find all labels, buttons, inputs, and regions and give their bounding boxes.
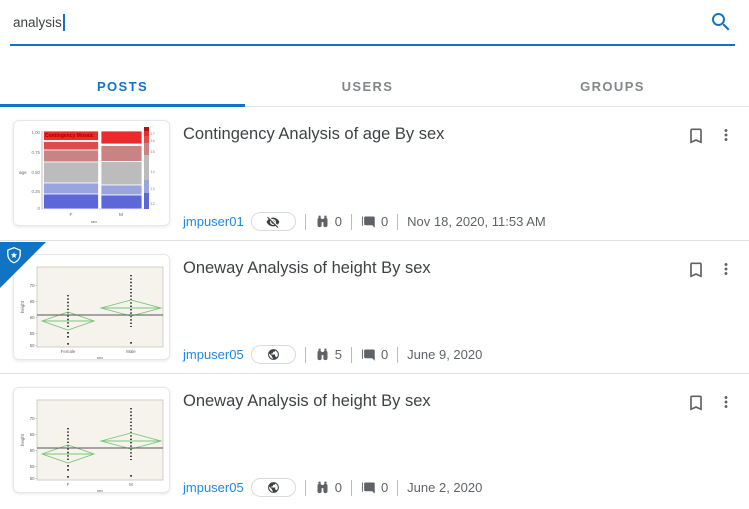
bookmark-icon[interactable] bbox=[686, 260, 706, 280]
search-value: analysis bbox=[13, 14, 62, 30]
post-row: 70 65 60 55 50 height bbox=[0, 373, 749, 506]
views-count: 0 bbox=[334, 214, 342, 229]
svg-text:65: 65 bbox=[30, 432, 35, 437]
comments-stat: 0 bbox=[361, 480, 388, 495]
comment-icon bbox=[361, 214, 376, 229]
divider bbox=[304, 346, 306, 363]
divider bbox=[350, 479, 352, 496]
svg-text:50: 50 bbox=[30, 476, 35, 481]
svg-text:sex: sex bbox=[91, 219, 97, 224]
visibility-pill bbox=[250, 212, 296, 231]
visibility-pill bbox=[250, 478, 296, 497]
views-count: 0 bbox=[334, 480, 342, 495]
svg-text:0.25: 0.25 bbox=[31, 189, 40, 194]
svg-text:sex: sex bbox=[97, 488, 103, 493]
comments-stat: 0 bbox=[361, 214, 388, 229]
tab-groups[interactable]: GROUPS bbox=[490, 69, 735, 106]
svg-text:M: M bbox=[119, 212, 123, 218]
svg-text:height: height bbox=[20, 300, 25, 313]
divider bbox=[304, 213, 306, 230]
svg-text:sex: sex bbox=[97, 355, 103, 360]
views-stat: 0 bbox=[315, 480, 342, 495]
svg-text:12: 12 bbox=[151, 202, 155, 206]
svg-text:15: 15 bbox=[151, 150, 155, 154]
views-stat: 0 bbox=[315, 214, 342, 229]
text-cursor bbox=[62, 13, 65, 31]
binoculars-icon bbox=[315, 214, 330, 229]
svg-text:17: 17 bbox=[151, 132, 155, 136]
kebab-menu-icon[interactable] bbox=[717, 126, 735, 144]
comments-count: 0 bbox=[380, 347, 389, 362]
comment-icon bbox=[361, 480, 376, 495]
comments-count: 0 bbox=[380, 214, 389, 229]
bookmark-icon[interactable] bbox=[686, 393, 706, 413]
post-row: 70 65 60 55 50 height bbox=[0, 240, 749, 373]
post-title[interactable]: Oneway Analysis of height By sex bbox=[183, 392, 674, 411]
svg-text:Male: Male bbox=[126, 349, 136, 354]
globe-icon bbox=[267, 348, 280, 361]
tab-users[interactable]: USERS bbox=[245, 69, 490, 106]
svg-text:14: 14 bbox=[151, 170, 155, 174]
post-date: June 2, 2020 bbox=[407, 480, 483, 495]
kebab-menu-icon[interactable] bbox=[717, 260, 735, 278]
svg-text:Female: Female bbox=[61, 349, 76, 354]
post-row: 1.00 0.75 0.50 0.25 0 age 17 16 15 14 13… bbox=[0, 107, 749, 240]
divider bbox=[397, 479, 399, 496]
post-date: June 9, 2020 bbox=[407, 347, 483, 362]
post-title[interactable]: Oneway Analysis of height By sex bbox=[183, 259, 674, 278]
search-icon[interactable] bbox=[709, 10, 733, 34]
search-input[interactable]: analysis bbox=[10, 0, 735, 46]
svg-text:60: 60 bbox=[30, 315, 35, 320]
post-thumbnail-oneway-plot[interactable]: 70 65 60 55 50 height bbox=[13, 387, 170, 493]
svg-text:55: 55 bbox=[30, 331, 35, 336]
bookmark-icon[interactable] bbox=[686, 126, 706, 146]
svg-text:55: 55 bbox=[30, 464, 35, 469]
divider bbox=[397, 346, 399, 363]
post-thumbnail-mosaic-plot[interactable]: 1.00 0.75 0.50 0.25 0 age 17 16 15 14 13… bbox=[13, 120, 170, 226]
visibility-pill bbox=[250, 345, 296, 364]
globe-icon bbox=[267, 481, 280, 494]
svg-text:1.00: 1.00 bbox=[31, 130, 40, 135]
eye-off-icon bbox=[266, 215, 280, 229]
svg-text:age: age bbox=[19, 170, 27, 175]
divider bbox=[350, 213, 352, 230]
binoculars-icon bbox=[315, 347, 330, 362]
divider bbox=[350, 346, 352, 363]
kebab-menu-icon[interactable] bbox=[717, 393, 735, 411]
comments-stat: 0 bbox=[361, 347, 388, 362]
divider bbox=[304, 479, 306, 496]
svg-text:0.50: 0.50 bbox=[31, 170, 40, 175]
post-author-link[interactable]: jmpuser05 bbox=[183, 347, 244, 362]
shield-star-badge-icon bbox=[0, 242, 46, 293]
post-author-link[interactable]: jmpuser05 bbox=[183, 480, 244, 495]
post-date: Nov 18, 2020, 11:53 AM bbox=[407, 214, 546, 229]
tab-posts[interactable]: POSTS bbox=[0, 69, 245, 107]
binoculars-icon bbox=[315, 480, 330, 495]
svg-text:height: height bbox=[20, 433, 25, 446]
svg-text:F: F bbox=[70, 212, 73, 218]
svg-text:13: 13 bbox=[151, 187, 155, 191]
svg-text:M: M bbox=[129, 482, 133, 487]
post-title[interactable]: Contingency Analysis of age By sex bbox=[183, 125, 674, 144]
views-count: 5 bbox=[334, 347, 342, 362]
tab-bar: POSTS USERS GROUPS bbox=[0, 69, 749, 107]
svg-text:50: 50 bbox=[30, 343, 35, 348]
comment-icon bbox=[361, 347, 376, 362]
svg-text:65: 65 bbox=[30, 299, 35, 304]
svg-text:Contingency Mosaic: Contingency Mosaic bbox=[45, 133, 94, 139]
views-stat: 5 bbox=[315, 347, 342, 362]
divider bbox=[397, 213, 399, 230]
svg-text:16: 16 bbox=[151, 139, 155, 143]
post-author-link[interactable]: jmpuser01 bbox=[183, 214, 244, 229]
svg-text:70: 70 bbox=[30, 416, 35, 421]
svg-text:F: F bbox=[67, 482, 70, 487]
svg-text:60: 60 bbox=[30, 448, 35, 453]
svg-text:0.75: 0.75 bbox=[31, 150, 40, 155]
comments-count: 0 bbox=[380, 480, 389, 495]
